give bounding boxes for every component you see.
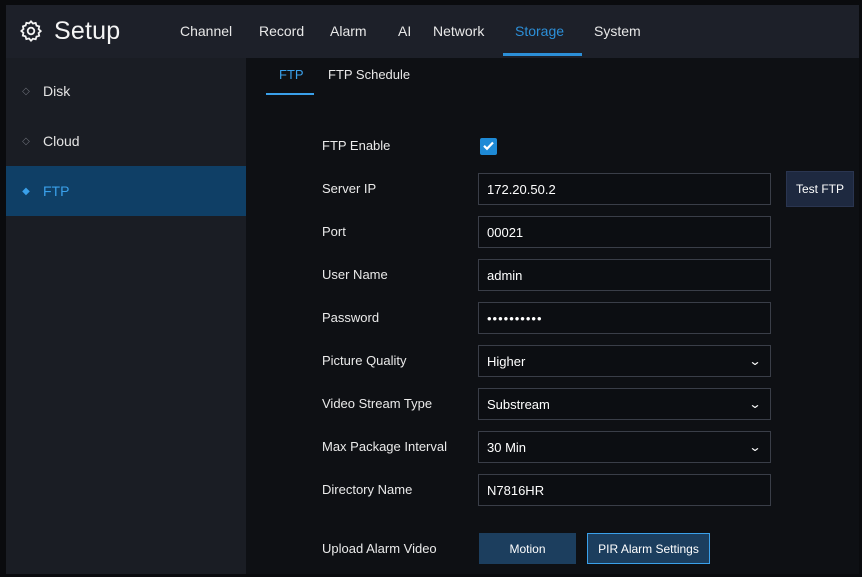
tab-channel[interactable]: Channel xyxy=(180,5,232,58)
video-stream-type-select[interactable]: Substream ⌄ xyxy=(478,388,771,420)
max-package-interval-select[interactable]: 30 Min ⌄ xyxy=(478,431,771,463)
sidebar-item-label: Cloud xyxy=(43,133,80,149)
sidebar-item-label: Disk xyxy=(43,83,71,99)
chevron-down-icon: ⌄ xyxy=(748,397,762,411)
directory-name-value: N7816HR xyxy=(487,482,545,498)
port-field[interactable]: 00021 xyxy=(478,216,771,248)
user-name-value: admin xyxy=(487,267,523,283)
password-label: Password xyxy=(322,310,380,325)
upload-alarm-video-label: Upload Alarm Video xyxy=(322,541,437,556)
diamond-icon: ◇ xyxy=(22,135,30,147)
tab-network[interactable]: Network xyxy=(433,5,484,58)
active-tab-indicator xyxy=(503,53,582,56)
password-value: •••••••••• xyxy=(487,310,543,326)
picture-quality-value: Higher xyxy=(487,353,526,369)
diamond-icon: ◇ xyxy=(22,85,30,97)
diamond-icon: ◆ xyxy=(22,185,30,197)
tab-system[interactable]: System xyxy=(594,5,641,58)
sidebar-item-cloud[interactable]: ◇ Cloud xyxy=(6,116,246,166)
setup-logo: Setup xyxy=(20,14,120,48)
chevron-down-icon: ⌄ xyxy=(748,440,762,454)
gear-icon xyxy=(20,20,42,42)
pir-alarm-settings-button[interactable]: PIR Alarm Settings xyxy=(587,533,710,564)
sidebar-item-ftp[interactable]: ◆ FTP xyxy=(6,166,246,216)
sidebar-item-label: FTP xyxy=(43,183,70,199)
tab-alarm[interactable]: Alarm xyxy=(330,5,367,58)
subtab-ftp-schedule[interactable]: FTP Schedule xyxy=(328,67,410,82)
user-name-field[interactable]: admin xyxy=(478,259,771,291)
test-ftp-button[interactable]: Test FTP xyxy=(786,171,854,207)
picture-quality-label: Picture Quality xyxy=(322,353,407,368)
video-stream-type-label: Video Stream Type xyxy=(322,396,433,411)
max-package-interval-value: 30 Min xyxy=(487,439,527,455)
picture-quality-select[interactable]: Higher ⌄ xyxy=(478,345,771,377)
user-name-label: User Name xyxy=(322,267,388,282)
tab-record[interactable]: Record xyxy=(259,5,304,58)
top-navigation-bar: Setup Channel Record Alarm AI Network St… xyxy=(6,5,859,58)
check-icon xyxy=(482,139,495,155)
ftp-enable-checkbox[interactable] xyxy=(480,138,497,155)
server-ip-label: Server IP xyxy=(322,181,377,196)
page-title: Setup xyxy=(54,16,121,45)
max-package-interval-label: Max Package Interval xyxy=(322,439,448,454)
ftp-enable-label: FTP Enable xyxy=(322,138,391,153)
sidebar: ◇ Disk ◇ Cloud ◆ FTP xyxy=(6,58,246,574)
password-field[interactable]: •••••••••• xyxy=(478,302,771,334)
active-subtab-indicator xyxy=(266,93,314,95)
video-stream-type-value: Substream xyxy=(487,396,550,412)
directory-name-label: Directory Name xyxy=(322,482,413,497)
sidebar-item-disk[interactable]: ◇ Disk xyxy=(6,66,246,116)
tab-storage[interactable]: Storage xyxy=(515,5,564,58)
setup-window: Setup Channel Record Alarm AI Network St… xyxy=(6,5,859,574)
subtab-ftp[interactable]: FTP xyxy=(279,67,304,82)
motion-button[interactable]: Motion xyxy=(479,533,576,564)
server-ip-value: 172.20.50.2 xyxy=(487,181,556,197)
port-value: 00021 xyxy=(487,224,524,240)
port-label: Port xyxy=(322,224,346,239)
directory-name-field[interactable]: N7816HR xyxy=(478,474,771,506)
chevron-down-icon: ⌄ xyxy=(748,354,762,368)
tab-ai[interactable]: AI xyxy=(398,5,411,58)
server-ip-field[interactable]: 172.20.50.2 xyxy=(478,173,771,205)
